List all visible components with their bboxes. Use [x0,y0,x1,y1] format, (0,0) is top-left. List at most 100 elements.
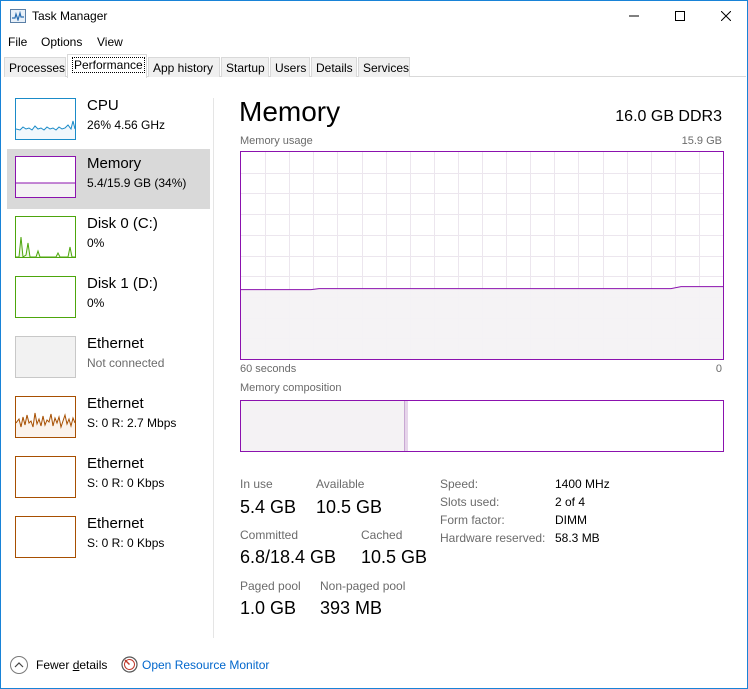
tab-bar: Processes Performance App history Startu… [4,54,746,78]
disk-1-thumbnail-graph [15,276,76,318]
memory-composition-label: Memory composition [240,382,342,394]
tab-users[interactable]: Users [270,57,310,77]
paged-pool-label: Paged pool [240,579,301,593]
sidebar-item-title: Disk 0 (C:) [87,215,158,232]
sidebar-item-subtitle: 0% [87,236,105,250]
tab-label: Startup [226,61,265,75]
sidebar-item-title: Ethernet [87,515,144,532]
in-use-value: 5.4 GB [240,497,297,517]
disk-0-thumbnail-graph [15,216,76,258]
sidebar-item-subtitle: S: 0 R: 0 Kbps [87,476,165,490]
memory-usage-graph[interactable] [240,151,724,360]
in-use-label: In use [240,477,273,491]
sidebar-item-title: CPU [87,97,119,114]
fewer-details-text: Fewer [36,658,73,672]
memory-usage-label: Memory usage [240,135,313,147]
hardware-reserved-value: 58.3 MB [555,531,600,545]
form-factor-value: DIMM [555,513,587,527]
tab-label: Performance [72,57,145,73]
tab-services[interactable]: Services [358,57,410,77]
available-label: Available [316,477,365,491]
tab-processes[interactable]: Processes [4,57,66,77]
title-bar[interactable]: Task Manager [1,1,747,31]
sidebar-item-subtitle: S: 0 R: 2.7 Mbps [87,416,177,430]
open-resource-monitor-link[interactable]: Open Resource Monitor [142,658,269,672]
tab-label: App history [153,61,214,75]
menu-options[interactable]: Options [41,35,82,49]
tab-label: Users [275,61,307,75]
sidebar-item-subtitle: S: 0 R: 0 Kbps [87,536,165,550]
tab-details[interactable]: Details [311,57,357,77]
sidebar-item-ethernet-1[interactable]: Ethernet Not connected [7,329,210,389]
memory-usage-max: 15.9 GB [681,135,722,147]
composition-in-use-segment [241,401,405,451]
chevron-up-icon[interactable] [10,656,28,674]
footer-bar: Fewer details Open Resource Monitor [1,648,747,688]
tab-startup[interactable]: Startup [221,57,269,77]
maximize-button[interactable] [657,1,703,31]
sidebar-item-subtitle: 26% 4.56 GHz [87,118,166,132]
fewer-details-text-end: etails [79,658,108,672]
paged-pool-value: 1.0 GB [240,598,297,618]
ethernet-2-thumbnail-graph [15,396,76,438]
slots-used-value: 2 of 4 [555,495,586,509]
resource-monitor-icon[interactable] [121,656,138,673]
sidebar-item-ethernet-2[interactable]: Ethernet S: 0 R: 2.7 Mbps [7,389,210,449]
window-title: Task Manager [32,9,108,23]
sidebar-item-subtitle: 5.4/15.9 GB (34%) [87,176,187,190]
cpu-thumbnail-graph [15,98,76,140]
maximize-icon [675,11,685,21]
ethernet-1-thumbnail-graph [15,336,76,378]
committed-value: 6.8/18.4 GB [240,547,337,567]
minimize-icon [629,15,639,17]
tab-label: Details [316,61,353,75]
menu-view[interactable]: View [97,35,123,49]
cached-value: 10.5 GB [361,547,428,567]
sidebar-item-subtitle: Not connected [87,356,165,370]
task-manager-app-icon [10,9,26,23]
slots-used-label: Slots used: [440,495,500,509]
nonpaged-pool-label: Non-paged pool [320,579,406,593]
task-manager-window: Task Manager File Options View Processes… [0,0,748,689]
sidebar-item-memory[interactable]: Memory 5.4/15.9 GB (34%) [7,149,210,209]
tab-performance[interactable]: Performance [67,54,147,78]
menu-bar: File Options View [1,31,747,53]
minimize-button[interactable] [611,1,657,31]
sidebar-item-disk-0[interactable]: Disk 0 (C:) 0% [7,209,210,269]
graph-time-end: 0 [715,363,722,375]
fewer-details-button[interactable]: Fewer details [36,658,107,672]
sidebar-item-title: Ethernet [87,395,144,412]
sidebar-item-title: Ethernet [87,335,144,352]
memory-composition-bar[interactable] [240,400,724,452]
ethernet-4-thumbnail-graph [15,516,76,558]
tab-label: Processes [9,61,66,75]
tab-label: Services [363,61,410,75]
page-title: Memory [239,96,341,127]
performance-sidebar: CPU 26% 4.56 GHz Memory 5.4/15.9 GB (34%… [5,91,211,636]
memory-thumbnail-graph [15,156,76,198]
composition-modified-segment [405,401,408,451]
speed-label: Speed: [440,477,479,491]
close-icon [721,11,731,21]
sidebar-item-title: Disk 1 (D:) [87,275,158,292]
sidebar-item-cpu[interactable]: CPU 26% 4.56 GHz [7,91,210,151]
close-button[interactable] [703,1,748,31]
committed-label: Committed [240,528,299,542]
sidebar-item-disk-1[interactable]: Disk 1 (D:) 0% [7,269,210,329]
sidebar-item-title: Ethernet [87,455,144,472]
form-factor-label: Form factor: [440,513,505,527]
cached-label: Cached [361,528,403,542]
sidebar-item-ethernet-4[interactable]: Ethernet S: 0 R: 0 Kbps [7,509,210,569]
ethernet-3-thumbnail-graph [15,456,76,498]
nonpaged-pool-value: 393 MB [320,598,383,618]
memory-spec: 16.0 GB DDR3 [615,108,722,125]
graph-time-span: 60 seconds [240,363,297,375]
sidebar-item-subtitle: 0% [87,296,105,310]
sidebar-divider [213,98,214,638]
tab-app-history[interactable]: App history [148,57,220,77]
available-value: 10.5 GB [316,497,383,517]
menu-file[interactable]: File [8,35,27,49]
speed-value: 1400 MHz [555,477,610,491]
hardware-reserved-label: Hardware reserved: [440,531,546,545]
sidebar-item-ethernet-3[interactable]: Ethernet S: 0 R: 0 Kbps [7,449,210,509]
